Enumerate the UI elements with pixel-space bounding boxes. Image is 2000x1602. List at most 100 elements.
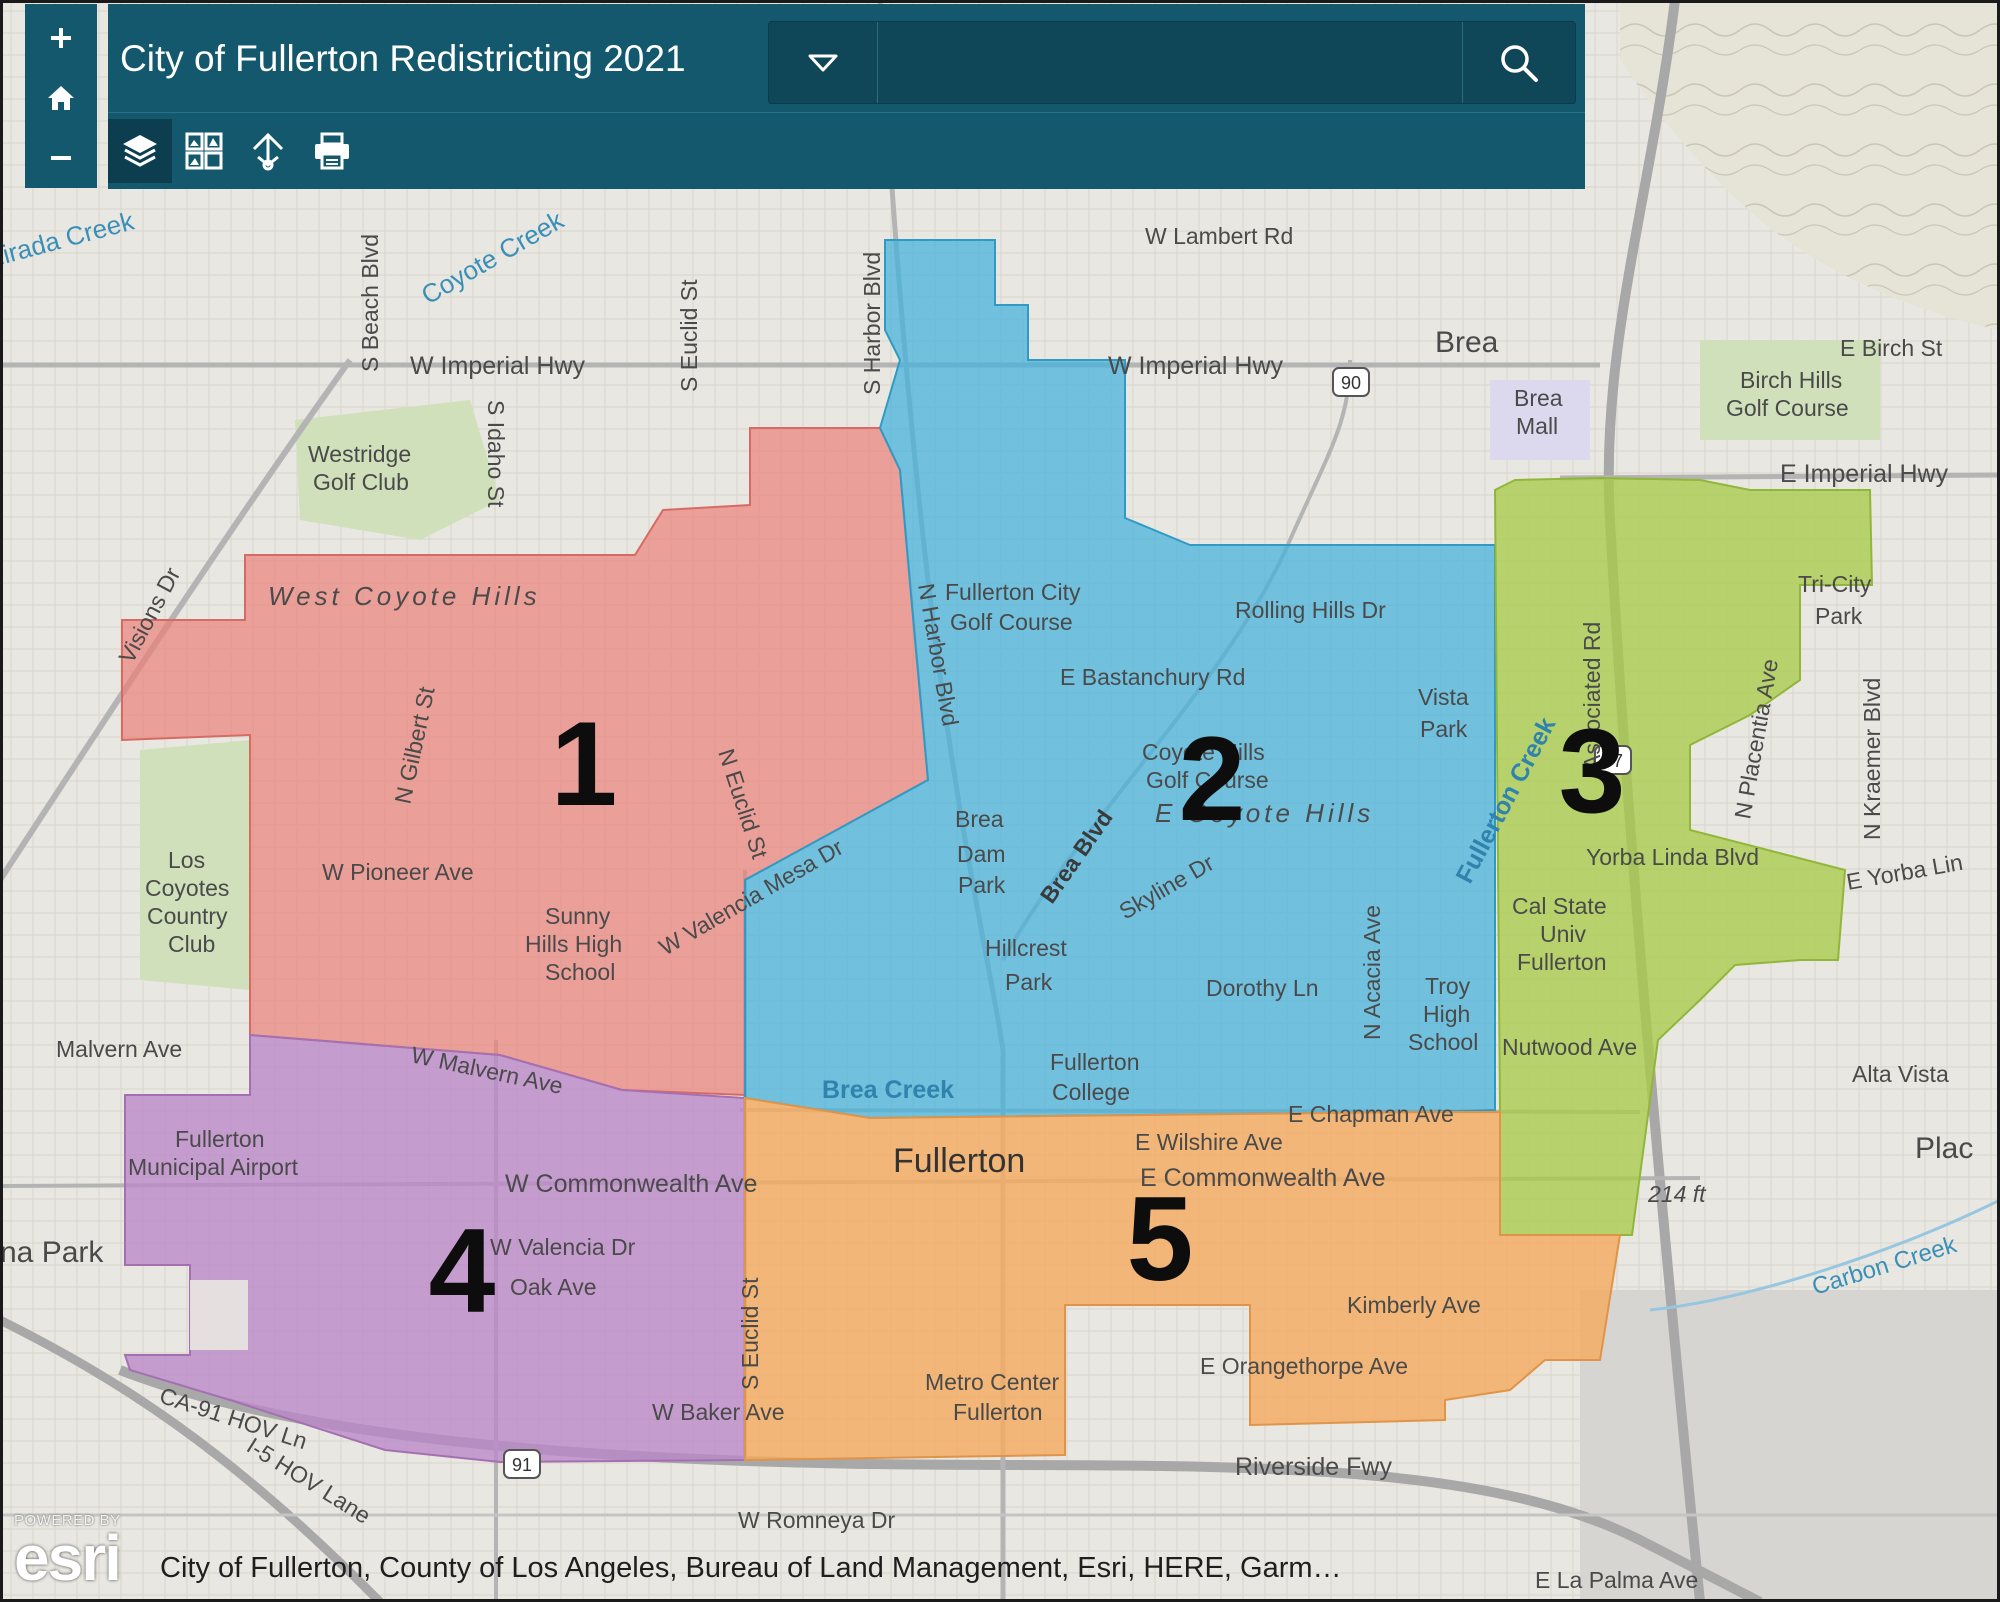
- road-label-idaho: S Idaho St: [483, 400, 509, 508]
- print-icon: [315, 132, 349, 170]
- minus-icon: [51, 156, 71, 160]
- landmark-label-hillcrest-2: Park: [1005, 969, 1053, 995]
- widget-toolbar: [108, 112, 1585, 189]
- district-4-cutout: [190, 1280, 248, 1350]
- road-label-riverside-fwy: Riverside Fwy: [1235, 1453, 1392, 1481]
- landmark-label-hillcrest-1: Hillcrest: [985, 935, 1067, 961]
- esri-brand-text: esri: [14, 1522, 122, 1594]
- map-attribution[interactable]: City of Fullerton, County of Los Angeles…: [160, 1552, 1342, 1585]
- landmark-label-airport-1: Fullerton: [175, 1126, 264, 1152]
- app-header: City of Fullerton Redistricting 2021: [108, 4, 1585, 112]
- landmark-label-west-coyote-hills: West Coyote Hills: [268, 581, 541, 611]
- search-source-dropdown[interactable]: [769, 22, 878, 103]
- road-label-w-imperial-2: W Imperial Hwy: [1108, 352, 1284, 380]
- home-button[interactable]: [25, 68, 97, 128]
- road-label-malvern: Malvern Ave: [56, 1036, 182, 1062]
- road-label-beach-blvd: S Beach Blvd: [357, 234, 383, 372]
- landmark-label-sunny-hills-2: Hills High: [525, 931, 622, 957]
- landmark-label-vista-park-2: Park: [1420, 716, 1468, 742]
- road-label-oak: Oak Ave: [510, 1274, 597, 1300]
- landmark-label-brea-mall-1: Brea: [1514, 385, 1563, 411]
- water-label-brea-creek: Brea Creek: [822, 1076, 954, 1104]
- landmark-label-csuf-3: Fullerton: [1517, 949, 1606, 975]
- measure-button[interactable]: [236, 119, 300, 183]
- road-label-romneya: W Romneya Dr: [738, 1507, 896, 1533]
- caret-down-icon: [808, 54, 838, 71]
- road-label-w-valencia: W Valencia Dr: [490, 1234, 636, 1260]
- shield-91: 91: [503, 1449, 541, 1479]
- esri-logo[interactable]: POWERED BY esri: [14, 1512, 122, 1594]
- road-label-kimberly: Kimberly Ave: [1347, 1292, 1481, 1318]
- landmark-label-sunny-hills-1: Sunny: [545, 903, 611, 929]
- road-label-bastanchury: E Bastanchury Rd: [1060, 664, 1245, 690]
- layers-button[interactable]: [108, 119, 172, 183]
- industrial-area: [1580, 1290, 2000, 1602]
- road-label-dorothy: Dorothy Ln: [1206, 975, 1319, 1001]
- landmark-label-birch-hills-1: Birch Hills: [1740, 367, 1842, 393]
- landmark-label-westridge-1: Westridge: [308, 441, 411, 467]
- landmark-label-los-coyotes-4: Club: [168, 931, 215, 957]
- road-label-pioneer: W Pioneer Ave: [322, 859, 474, 885]
- landmark-label-los-coyotes-3: Country: [147, 903, 228, 929]
- district-3-label: 3: [1559, 704, 1626, 838]
- landmark-label-csuf-1: Cal State: [1512, 893, 1607, 919]
- landmark-label-brea-dam-3: Park: [958, 872, 1006, 898]
- road-label-acacia: N Acacia Ave: [1359, 905, 1385, 1040]
- landmark-label-fc-2: College: [1052, 1079, 1130, 1105]
- layers-icon: [123, 135, 157, 167]
- landmark-label-brea-dam-1: Brea: [955, 806, 1004, 832]
- road-label-w-commonwealth: W Commonwealth Ave: [505, 1170, 757, 1198]
- road-label-alta-vista: Alta Vista: [1852, 1061, 1949, 1087]
- road-label-s-euclid-n: S Euclid St: [676, 279, 702, 392]
- place-label-buena-park: na Park: [0, 1236, 104, 1269]
- district-4-label: 4: [429, 1204, 496, 1338]
- landmark-label-sunny-hills-3: School: [545, 959, 615, 985]
- road-label-chapman: E Chapman Ave: [1288, 1101, 1454, 1127]
- road-label-s-euclid-s: S Euclid St: [737, 1277, 763, 1390]
- landmark-label-westridge-2: Golf Club: [313, 469, 409, 495]
- road-label-s-harbor: S Harbor Blvd: [859, 252, 885, 395]
- road-label-la-palma: E La Palma Ave: [1535, 1567, 1698, 1593]
- road-label-orangethorpe: E Orangethorpe Ave: [1200, 1353, 1408, 1379]
- search-widget: [768, 21, 1576, 104]
- road-label-rolling-hills: Rolling Hills Dr: [1235, 597, 1386, 623]
- road-label-e-birch: E Birch St: [1840, 335, 1943, 361]
- district-1-label: 1: [551, 697, 618, 831]
- svg-text:91: 91: [512, 1455, 532, 1475]
- road-label-yorba-linda: Yorba Linda Blvd: [1586, 844, 1759, 870]
- road-label-e-imperial: E Imperial Hwy: [1780, 460, 1949, 488]
- landmark-label-birch-hills-2: Golf Course: [1726, 395, 1849, 421]
- landmark-label-troy-1: Troy: [1425, 973, 1471, 999]
- road-label-w-imperial-1: W Imperial Hwy: [410, 352, 586, 380]
- landmark-label-los-coyotes-2: Coyotes: [145, 875, 229, 901]
- landmark-label-tricity-2: Park: [1815, 603, 1863, 629]
- measure-icon: [252, 132, 284, 171]
- map-canvas[interactable]: 90 57 91 La Habra Brea Fullerton Plac na…: [0, 0, 2000, 1602]
- zoom-out-button[interactable]: [25, 128, 97, 188]
- landmark-label-metro-1: Metro Center: [925, 1369, 1060, 1395]
- shield-90: 90: [1332, 367, 1370, 397]
- plus-icon: [51, 28, 71, 48]
- landmark-label-fcgc-1: Fullerton City: [945, 579, 1081, 605]
- landmark-label-brea-mall-2: Mall: [1516, 413, 1558, 439]
- basemap-gallery-icon: [185, 132, 223, 170]
- landmark-label-csuf-2: Univ: [1540, 921, 1587, 947]
- landmark-label-metro-2: Fullerton: [953, 1399, 1042, 1425]
- landmark-label-vista-park-1: Vista: [1418, 684, 1469, 710]
- basemap-gallery-button[interactable]: [172, 119, 236, 183]
- home-icon: [48, 86, 74, 110]
- road-label-baker: W Baker Ave: [652, 1399, 785, 1425]
- zoom-control-bar: [25, 4, 97, 188]
- road-label-nutwood: Nutwood Ave: [1502, 1034, 1637, 1060]
- landmark-label-fcgc-2: Golf Course: [950, 609, 1073, 635]
- search-button[interactable]: [1462, 22, 1575, 103]
- place-label-placentia: Plac: [1915, 1132, 1973, 1165]
- landmark-label-troy-2: High: [1423, 1001, 1470, 1027]
- search-input[interactable]: [878, 22, 1458, 103]
- landmark-label-airport-2: Municipal Airport: [128, 1154, 299, 1180]
- print-button[interactable]: [300, 119, 364, 183]
- landmark-label-tricity-1: Tri-City: [1798, 571, 1872, 597]
- zoom-in-button[interactable]: [25, 8, 97, 68]
- app-title: City of Fullerton Redistricting 2021: [120, 38, 686, 79]
- district-5-label: 5: [1127, 1172, 1194, 1306]
